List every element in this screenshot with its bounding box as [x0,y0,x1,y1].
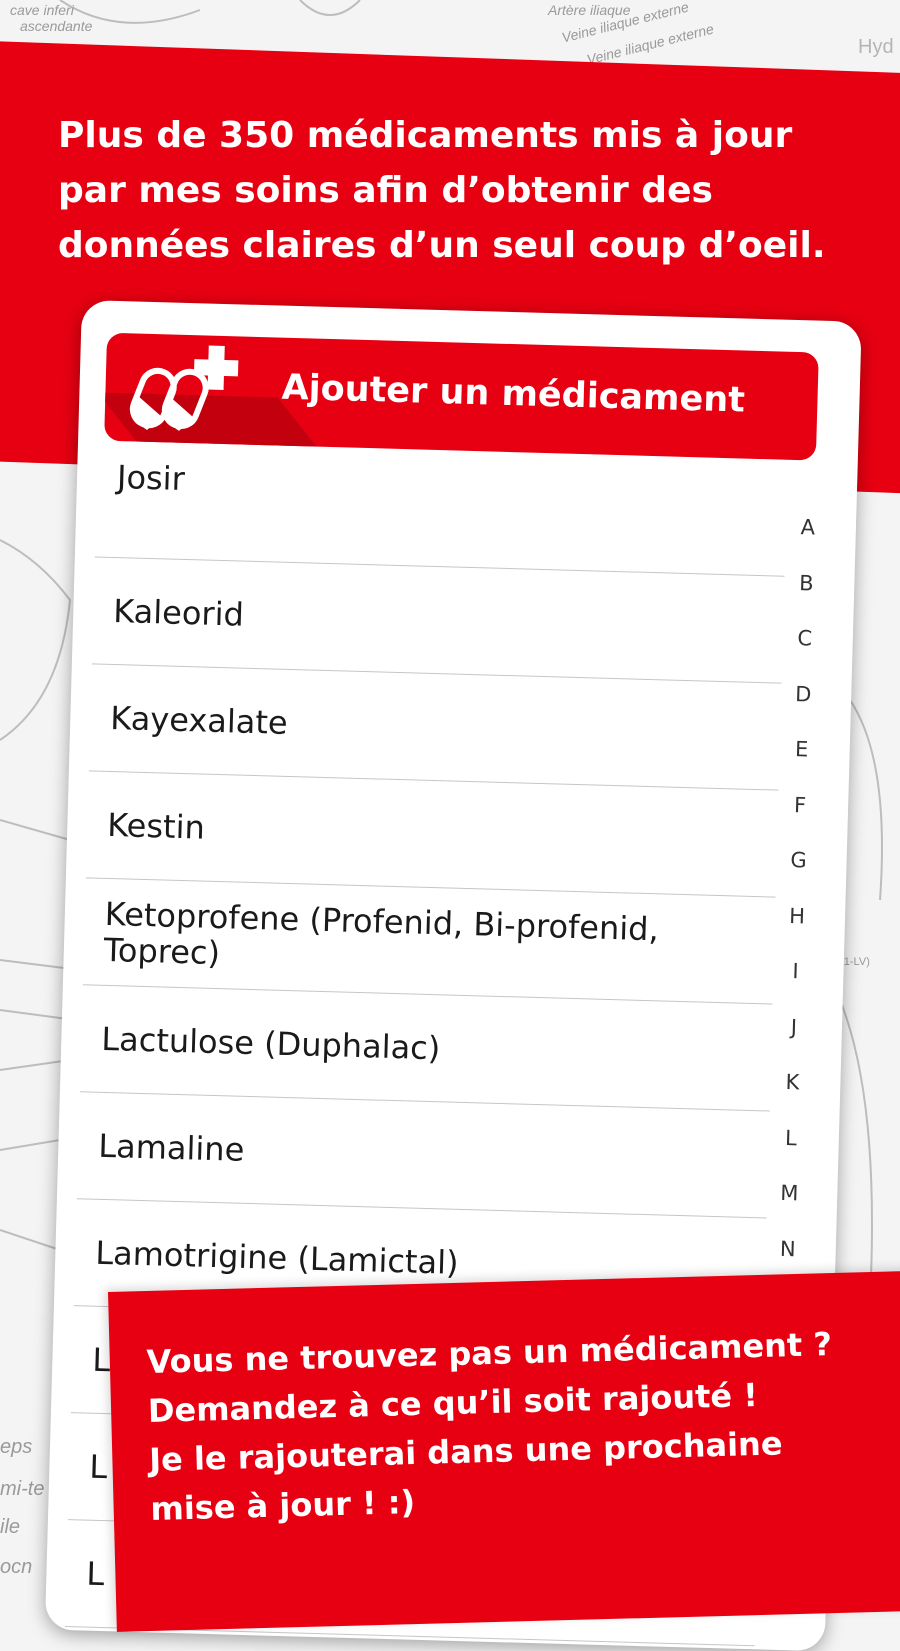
bg-label: ile [0,1516,21,1538]
bg-label: ocn [0,1556,33,1578]
index-letter[interactable]: C [784,626,826,683]
index-letter[interactable]: B [785,570,827,627]
list-item[interactable]: Kestin [85,771,779,898]
medication-name: Lactulose (Duphalac) [100,1019,441,1068]
list-item[interactable]: Kaleorid [91,557,785,684]
header-title: Ajouter un médicament [281,367,746,421]
medication-name: Kestin [106,805,206,847]
pills-plus-icon [129,345,239,431]
index-letter[interactable]: G [777,848,819,905]
index-letter[interactable]: M [768,1181,810,1238]
list-item[interactable]: Lamaline [76,1092,770,1219]
index-letter[interactable]: F [779,792,821,849]
medication-name: Josir [116,458,186,498]
list-item[interactable]: Josir [94,450,788,577]
headline-line: par mes soins afin d’obtenir des [58,170,713,211]
bg-label: eps [0,1436,33,1458]
index-letter[interactable]: J [773,1014,815,1071]
index-letter[interactable]: K [771,1070,813,1127]
medication-name: Lamaline [97,1126,245,1169]
bg-label: cave inferi [10,2,74,18]
list-item[interactable]: Ketoprofene (Profenid, Bi-profenid, Topr… [82,878,776,1005]
medication-name: Kaleorid [112,592,245,634]
index-letter[interactable]: D [782,681,824,738]
bg-label: ascendante [20,18,93,34]
index-letter[interactable]: A [787,515,829,572]
index-letter[interactable]: E [781,737,823,794]
medication-name: Kayexalate [109,698,289,742]
list-item[interactable]: Kayexalate [88,664,782,791]
bg-label: mi-te [0,1478,45,1500]
add-medication-button[interactable]: Ajouter un médicament [104,332,819,461]
medication-name: Ketoprofene (Profenid, Bi-profenid, Topr… [103,894,660,973]
index-letter[interactable]: I [774,959,816,1016]
bg-label: Hyd [858,36,894,58]
request-message: Vous ne trouvez pas un médicament ? Dema… [146,1319,881,1534]
list-item[interactable]: Lactulose (Duphalac) [79,985,773,1112]
headline-line: données claires d’un seul coup d’oeil. [58,225,826,266]
index-letter[interactable]: L [770,1125,812,1182]
promo-headline: Plus de 350 médicaments mis à jour par m… [58,108,878,273]
index-letter[interactable]: H [776,903,818,960]
headline-line: Plus de 350 médicaments mis à jour [58,115,793,156]
